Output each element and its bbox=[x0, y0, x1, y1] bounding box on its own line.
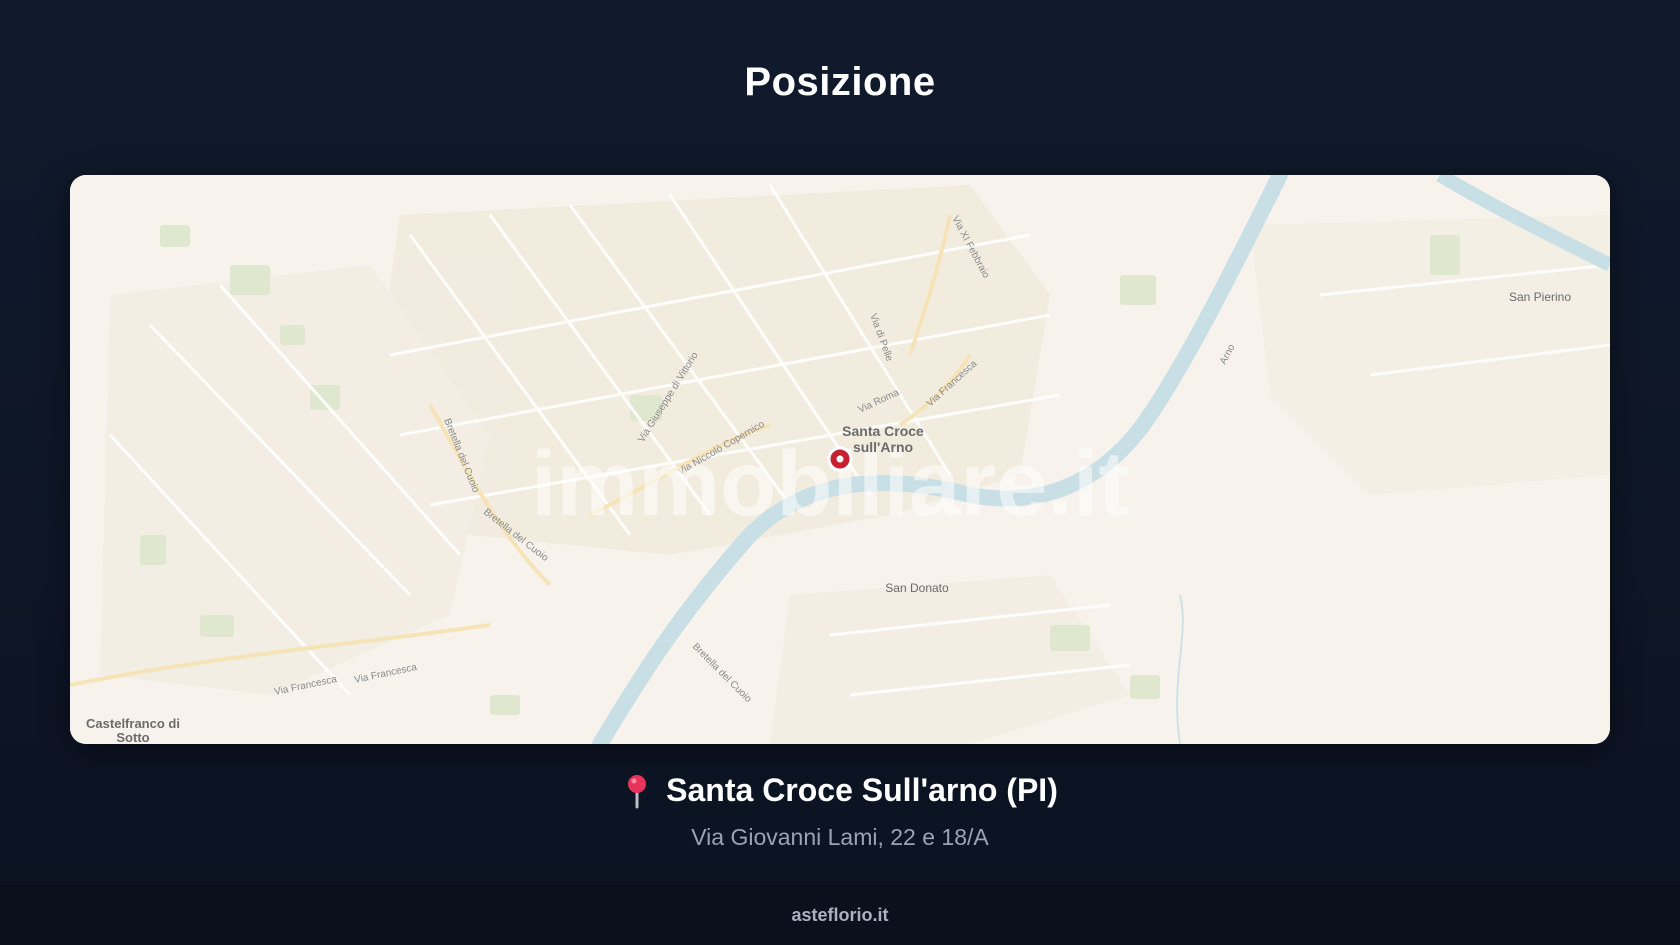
location-heading: Santa Croce Sull'arno (PI) bbox=[622, 772, 1058, 809]
map-watermark: immobiliare.it bbox=[531, 433, 1129, 535]
footer: asteflorio.it bbox=[0, 885, 1680, 945]
map-pin-icon bbox=[628, 774, 647, 808]
place-label-center-line1: Santa Croce bbox=[842, 423, 924, 439]
place-label-castelfranco-line1: Castelfranco di bbox=[86, 716, 180, 731]
map-canvas[interactable]: Via Giuseppe di Vittorio Via Niccolò Cop… bbox=[70, 175, 1610, 744]
location-city: Santa Croce Sull'arno (PI) bbox=[666, 772, 1058, 808]
place-label-center-line2: sull'Arno bbox=[853, 439, 913, 455]
place-label-san-pierino: San Pierino bbox=[1509, 290, 1571, 304]
location-marker[interactable] bbox=[827, 446, 853, 472]
page-title: Posizione bbox=[744, 60, 936, 104]
place-label-castelfranco-line2: Sotto bbox=[116, 730, 149, 744]
footer-brand-link[interactable]: asteflorio.it bbox=[791, 905, 888, 926]
place-label-san-donato: San Donato bbox=[885, 581, 949, 595]
location-address: Via Giovanni Lami, 22 e 18/A bbox=[691, 823, 989, 850]
location-info: Santa Croce Sull'arno (PI) Via Giovanni … bbox=[0, 772, 1680, 851]
location-map[interactable]: Via Giuseppe di Vittorio Via Niccolò Cop… bbox=[70, 175, 1610, 744]
